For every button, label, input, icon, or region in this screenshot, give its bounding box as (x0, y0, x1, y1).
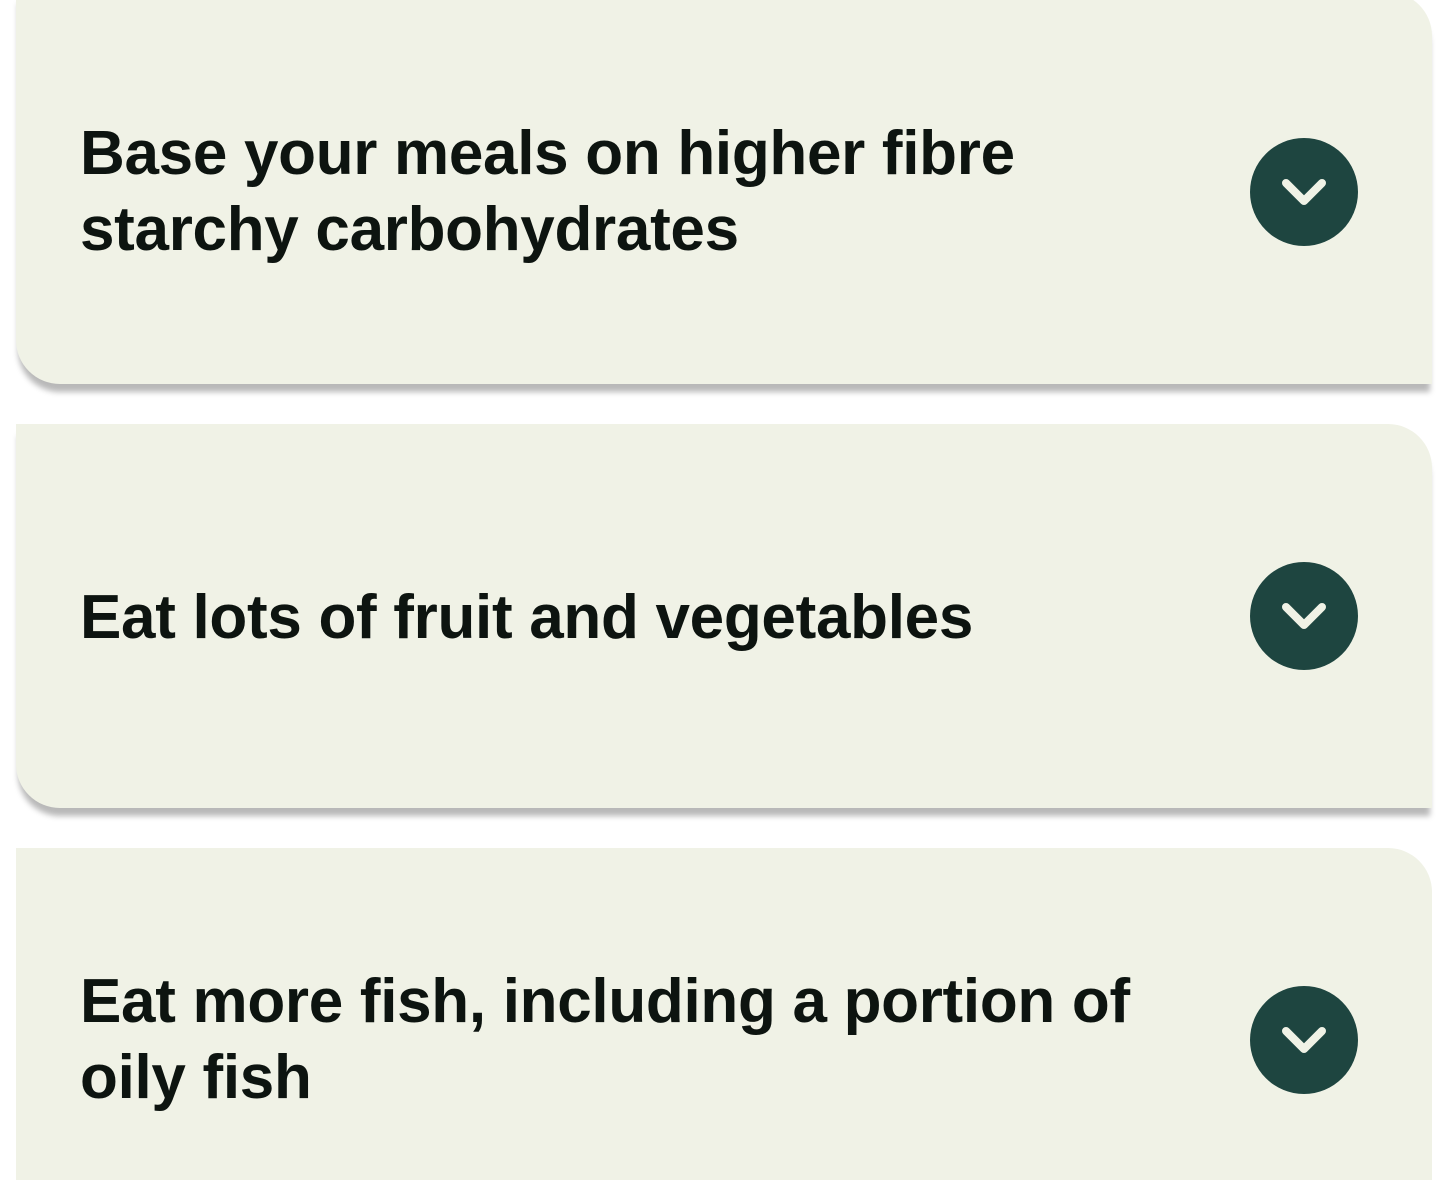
accordion-item-starchy-carbohydrates[interactable]: Base your meals on higher fibre starchy … (16, 0, 1432, 384)
expand-toggle-button[interactable] (1250, 562, 1358, 670)
accordion-item-title: Base your meals on higher fibre starchy … (80, 119, 1015, 264)
chevron-down-icon (1282, 603, 1326, 629)
chevron-down-icon (1282, 1027, 1326, 1053)
expand-toggle-button[interactable] (1250, 138, 1358, 246)
accordion: Base your meals on higher fibre starchy … (0, 0, 1448, 1180)
accordion-item-oily-fish[interactable]: Eat more fish, including a portion of oi… (16, 848, 1432, 1180)
chevron-down-icon (1282, 179, 1326, 205)
accordion-item-fruit-vegetables[interactable]: Eat lots of fruit and vegetables (16, 424, 1432, 808)
accordion-item-title: Eat more fish, including a portion of oi… (80, 967, 1130, 1112)
expand-toggle-button[interactable] (1250, 986, 1358, 1094)
accordion-item-title: Eat lots of fruit and vegetables (80, 583, 974, 652)
